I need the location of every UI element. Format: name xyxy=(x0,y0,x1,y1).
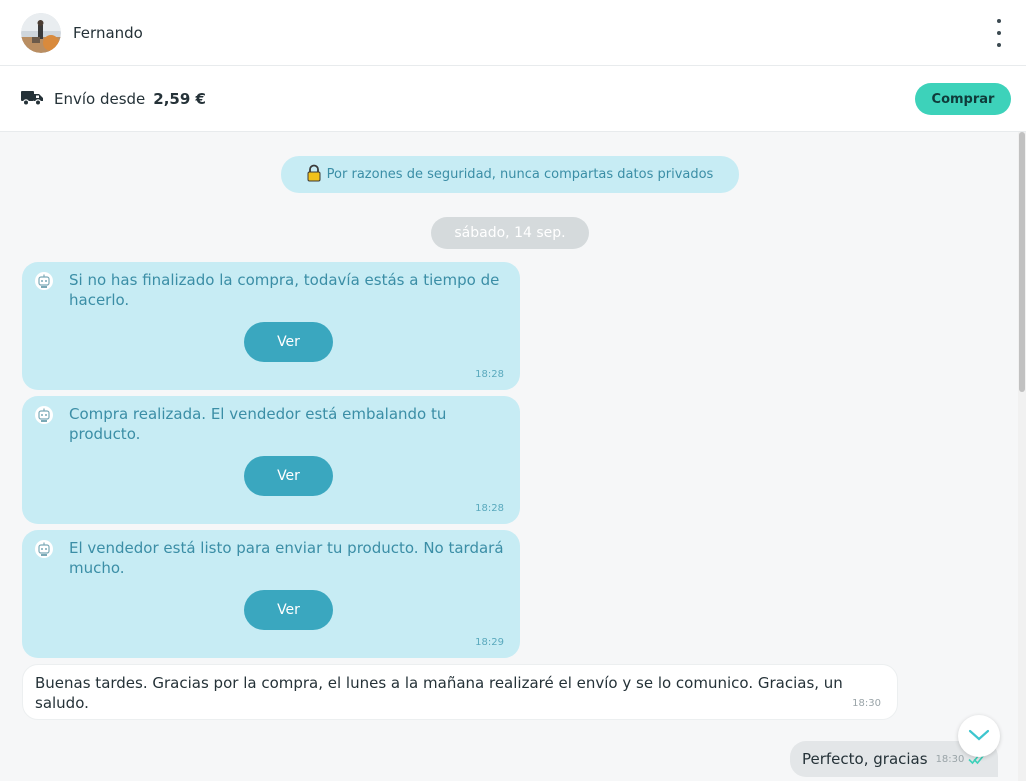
bot-message-text: El vendedor está listo para enviar tu pr… xyxy=(69,539,504,577)
date-separator: sábado, 14 sep. xyxy=(431,217,589,249)
message-time: 18:28 xyxy=(475,369,504,380)
kebab-menu-icon[interactable] xyxy=(992,19,1006,47)
ver-button[interactable]: Ver xyxy=(244,590,333,630)
truck-icon xyxy=(20,87,44,111)
chat-header: Fernando xyxy=(0,0,1026,66)
lock-icon xyxy=(307,164,321,186)
shipping-price: 2,59 € xyxy=(153,89,206,108)
scroll-to-bottom-button[interactable] xyxy=(958,715,1000,757)
incoming-message-text: Buenas tardes. Gracias por la compra, el… xyxy=(35,674,843,712)
bot-message: Si no has finalizado la compra, todavía … xyxy=(22,262,520,390)
bot-message: El vendedor está listo para enviar tu pr… xyxy=(22,530,520,658)
bot-message-text: Si no has finalizado la compra, todavía … xyxy=(69,271,500,309)
avatar[interactable] xyxy=(21,12,61,53)
security-text: Por razones de seguridad, nunca comparta… xyxy=(326,167,714,182)
shipping-label: Envío desde xyxy=(54,89,146,108)
chat-scrollbar[interactable] xyxy=(1018,132,1026,781)
robot-icon xyxy=(34,405,54,429)
chevron-down-icon xyxy=(968,727,990,746)
message-time: 18:30 xyxy=(935,753,965,765)
message-time: 18:29 xyxy=(475,637,504,648)
ver-button[interactable]: Ver xyxy=(244,322,333,362)
contact-name[interactable]: Fernando xyxy=(73,24,143,42)
buy-button[interactable]: Comprar xyxy=(915,83,1011,115)
incoming-message: Buenas tardes. Gracias por la compra, el… xyxy=(22,664,898,720)
robot-icon xyxy=(34,539,54,563)
scrollbar-thumb[interactable] xyxy=(1019,132,1025,392)
bot-message-text: Compra realizada. El vendedor está embal… xyxy=(69,405,447,443)
chat-area[interactable]: Por razones de seguridad, nunca comparta… xyxy=(0,132,1018,781)
security-notice: Por razones de seguridad, nunca comparta… xyxy=(281,156,739,193)
ver-button[interactable]: Ver xyxy=(244,456,333,496)
message-time: 18:28 xyxy=(475,503,504,514)
outgoing-message-text: Perfecto, gracias xyxy=(802,750,928,768)
bot-message: Compra realizada. El vendedor está embal… xyxy=(22,396,520,524)
shipping-bar: Envío desde 2,59 € Comprar xyxy=(0,66,1026,132)
message-time: 18:30 xyxy=(852,698,881,709)
robot-icon xyxy=(34,271,54,295)
